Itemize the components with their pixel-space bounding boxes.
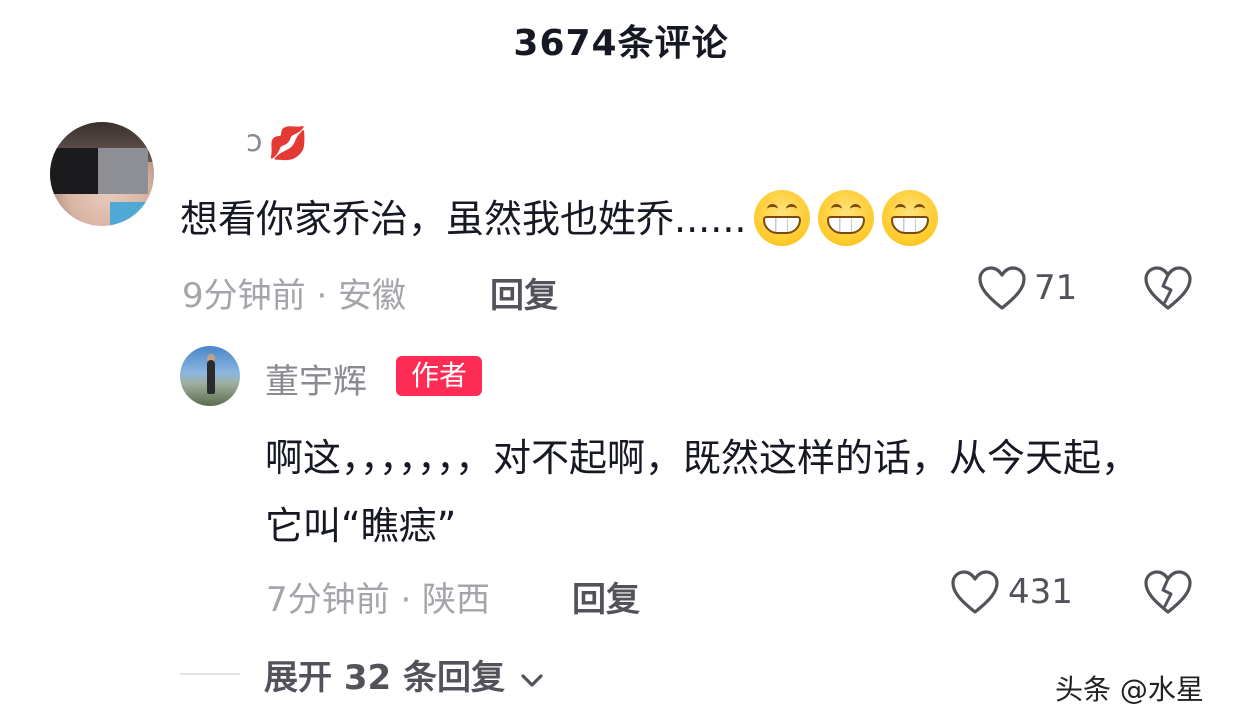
reply-button[interactable]: 回复 xyxy=(490,268,558,317)
like-heart-icon[interactable] xyxy=(977,266,1027,312)
dislike-broken-heart-icon[interactable] xyxy=(1143,266,1193,312)
like-count: 431 xyxy=(1008,572,1073,612)
dislike-broken-heart-icon[interactable] xyxy=(1143,570,1193,616)
comment-meta: 9分钟前 · 安徽 xyxy=(182,276,407,316)
comment-username[interactable]: ɔ xyxy=(246,124,262,159)
comments-count-title: 3674条评论 xyxy=(513,23,729,64)
grinning-face-icon xyxy=(882,189,939,246)
expand-divider xyxy=(180,673,240,675)
reply-text: 啊这，，，，，，，对不起啊，既然这样的话，从今天起，它叫“瞧痣” xyxy=(265,436,1140,548)
comment-text: 想看你家乔治，虽然我也姓乔...... xyxy=(180,188,939,250)
privacy-mask xyxy=(98,148,148,194)
reply-username[interactable]: 董宇辉 xyxy=(265,354,367,403)
privacy-mask xyxy=(50,148,98,194)
chevron-down-icon xyxy=(521,673,543,687)
watermark: 头条 @水星 xyxy=(1055,673,1204,706)
like-count: 71 xyxy=(1034,268,1078,308)
reply-button[interactable]: 回复 xyxy=(572,572,640,621)
expand-replies-label: 展开 32 条回复 xyxy=(264,658,505,698)
author-badge: 作者 xyxy=(396,356,482,396)
comment-text-body: 想看你家乔治，虽然我也姓乔...... xyxy=(180,197,747,241)
like-heart-icon[interactable] xyxy=(950,570,1000,616)
author-avatar[interactable] xyxy=(180,346,240,406)
kiss-mark-icon: 💋 xyxy=(268,124,308,162)
expand-replies-button[interactable]: 展开 32 条回复 xyxy=(264,650,545,699)
avatar[interactable] xyxy=(50,122,154,226)
grinning-face-icon xyxy=(818,189,875,246)
grinning-face-icon xyxy=(754,189,811,246)
reply-meta: 7分钟前 · 陕西 xyxy=(266,580,491,620)
